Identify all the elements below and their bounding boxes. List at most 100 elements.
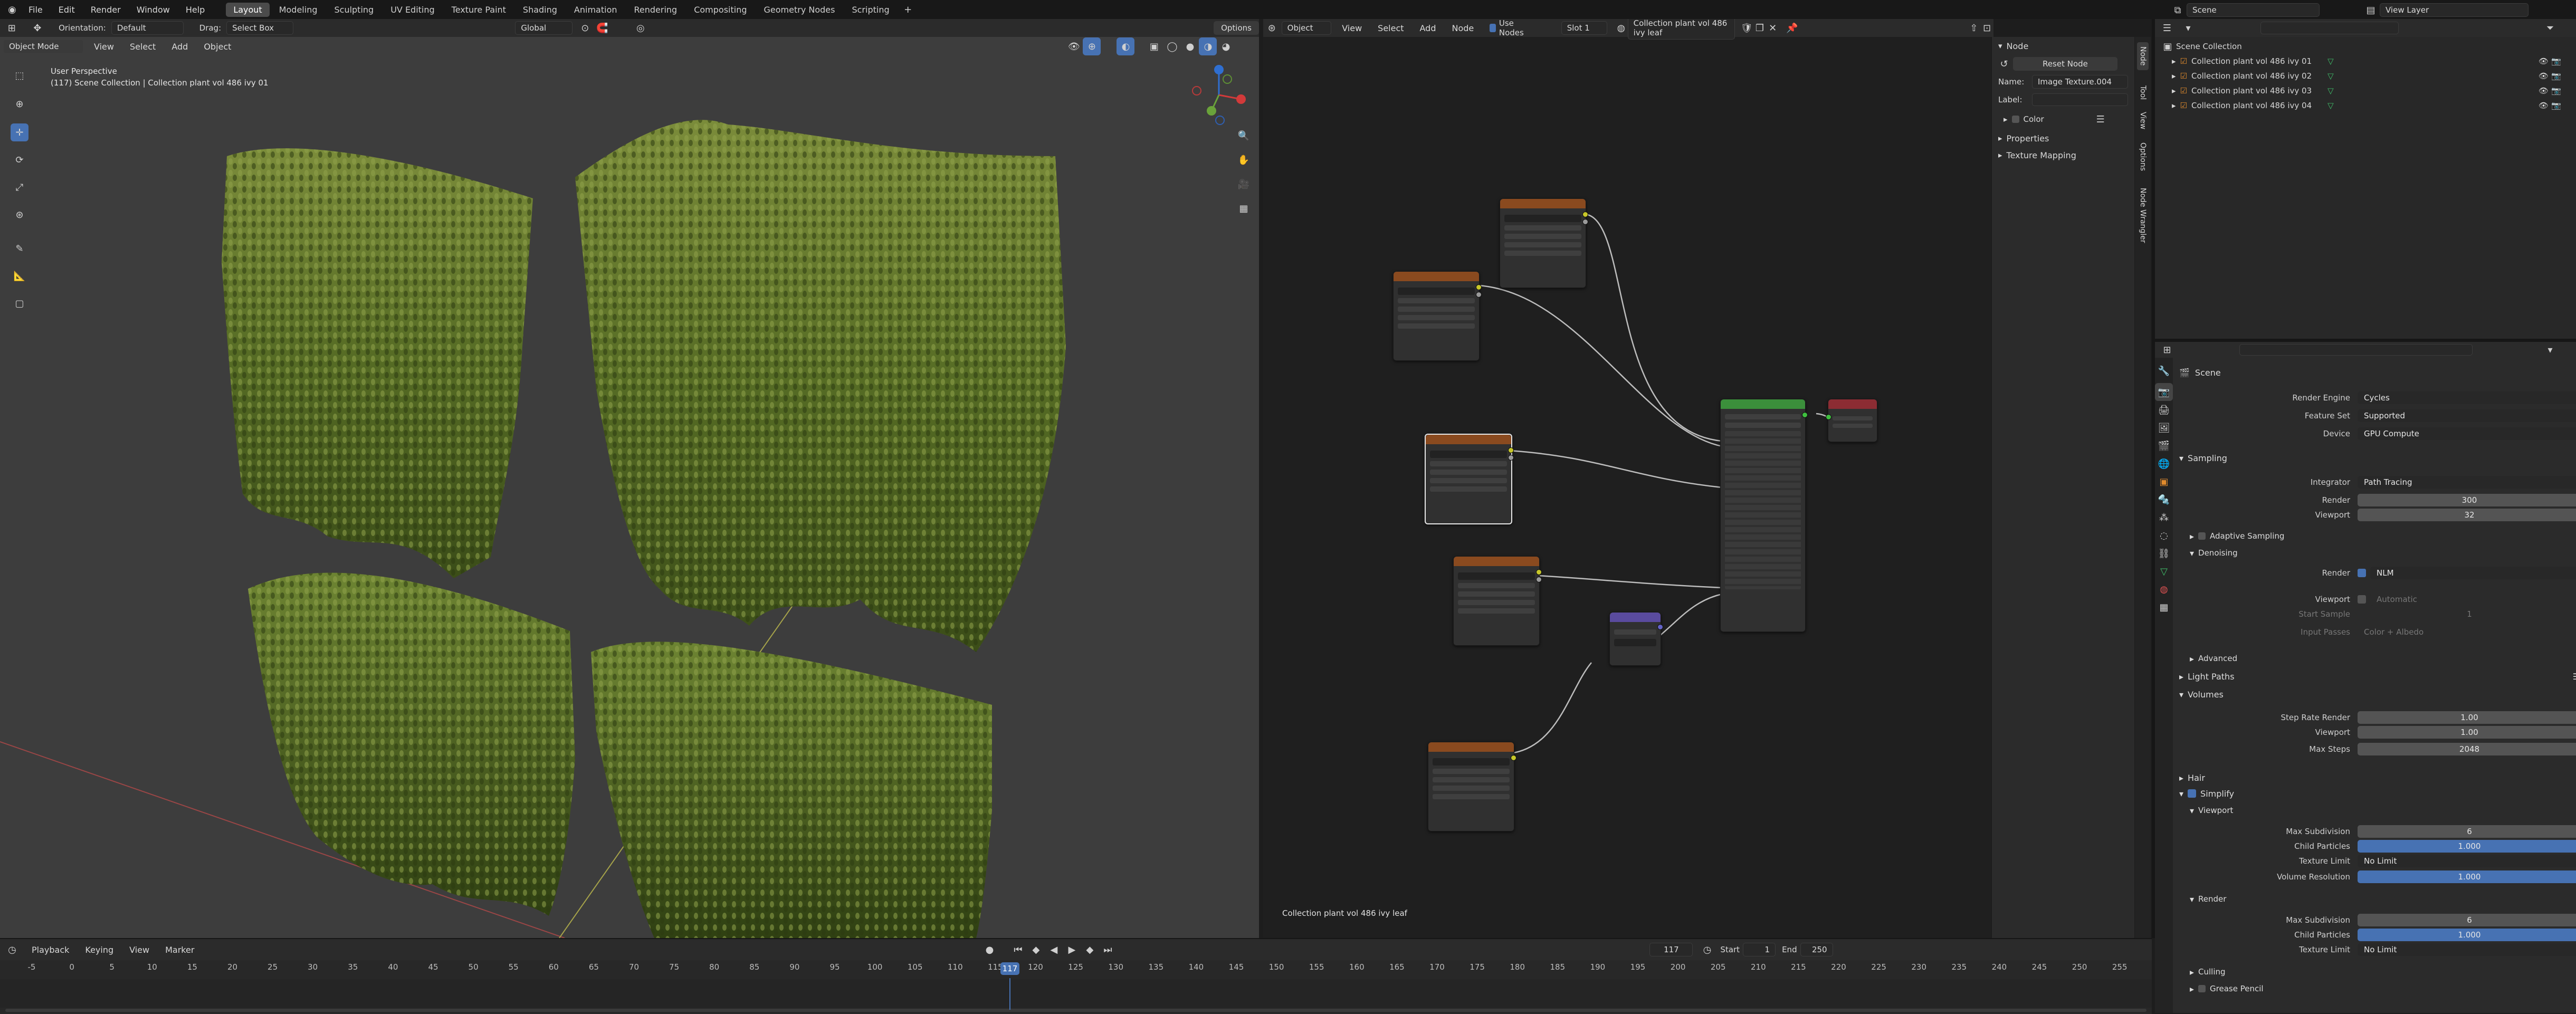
hide-render-icon[interactable]: 📷	[2551, 56, 2561, 66]
render-samples-field[interactable]: 300	[2358, 494, 2576, 506]
light-paths-expand-icon[interactable]: ▸	[2179, 672, 2183, 682]
scene-collection-label[interactable]: Scene Collection	[2176, 42, 2242, 51]
step-rate-render-field[interactable]: 1.00	[2358, 711, 2576, 724]
scene-icon[interactable]: ⧉	[2169, 1, 2187, 19]
texture-limit-vp-dropdown[interactable]: No Limit	[2358, 855, 2576, 867]
expand-arrow-icon[interactable]: ▸	[2172, 86, 2176, 95]
sidebar-tab-tool[interactable]: Tool	[2137, 81, 2149, 104]
device-dropdown[interactable]: GPU Compute	[2358, 427, 2576, 440]
preview-range-icon[interactable]: ◷	[1698, 941, 1716, 959]
collection-label[interactable]: Collection plant vol 486 ivy 03	[2191, 86, 2312, 95]
constraints-tab-icon[interactable]: ⛓	[2155, 544, 2173, 562]
collection-label[interactable]: Collection plant vol 486 ivy 02	[2191, 71, 2312, 81]
properties-search-field[interactable]	[2239, 344, 2473, 356]
culling-section-label[interactable]: Culling	[2198, 967, 2226, 977]
integrator-dropdown[interactable]: Path Tracing	[2358, 476, 2576, 489]
advanced-expand-icon[interactable]: ▸	[2190, 654, 2194, 664]
render-engine-dropdown[interactable]: Cycles	[2358, 391, 2576, 404]
reset-node-button[interactable]: Reset Node	[2013, 57, 2117, 71]
max-steps-field[interactable]: 2048	[2358, 743, 2576, 755]
current-frame-field[interactable]: 117	[1649, 943, 1693, 956]
viewport-3d[interactable]: ⊞ ✥ Orientation: Default Drag: Select Bo…	[0, 19, 1259, 938]
output-tab-icon[interactable]: 🖨	[2155, 401, 2173, 419]
color-expand-icon[interactable]: ▸	[2003, 114, 2008, 124]
sampling-expand-icon[interactable]: ▾	[2179, 453, 2183, 463]
physics-tab-icon[interactable]: ◌	[2155, 527, 2173, 544]
view-layer-tab-icon[interactable]: 🖼	[2155, 419, 2173, 437]
view-layer-icon[interactable]: ▤	[2362, 1, 2380, 19]
play-icon[interactable]: ▶	[1063, 941, 1081, 959]
texture-limit-r-dropdown[interactable]: No Limit	[2358, 943, 2576, 956]
denoise-render-dropdown[interactable]: NLM	[2370, 567, 2576, 579]
simplify-checkbox[interactable]	[2188, 789, 2197, 798]
sidebar-tab-node[interactable]: Node	[2137, 42, 2149, 70]
view-layer-selector[interactable]: View Layer	[2380, 3, 2529, 17]
light-paths-presets-icon[interactable]: ☰	[2573, 672, 2576, 682]
menu-window[interactable]: Window	[137, 5, 170, 15]
workspace-tab-rendering[interactable]: Rendering	[627, 3, 685, 17]
simplify-render-label[interactable]: Render	[2198, 894, 2226, 904]
principled-bsdf-node[interactable]	[1720, 399, 1808, 632]
properties-options-icon[interactable]: ▾	[2541, 341, 2559, 359]
material-output-node[interactable]	[1826, 399, 1877, 442]
workspace-tab-scripting[interactable]: Scripting	[844, 3, 896, 17]
denoise-viewport-checkbox[interactable]	[2358, 595, 2366, 604]
blender-logo-icon[interactable]: ◉	[3, 1, 21, 18]
expand-arrow-icon[interactable]: ▸	[2172, 71, 2176, 81]
timeline-scrubber-area[interactable]	[0, 979, 2152, 1008]
hide-viewport-icon[interactable]: 👁	[2539, 86, 2549, 95]
particles-tab-icon[interactable]: ⁂	[2155, 509, 2173, 527]
workspace-tab-compositing[interactable]: Compositing	[686, 3, 754, 17]
timeline-editor-type-icon[interactable]: ◷	[3, 941, 21, 959]
start-frame-field[interactable]: 1	[1743, 943, 1776, 956]
grease-pencil-checkbox[interactable]	[2198, 985, 2206, 992]
advanced-section-label[interactable]: Advanced	[2198, 654, 2237, 663]
image-texture-node-selected[interactable]	[1425, 434, 1514, 524]
jump-start-icon[interactable]: ⏮	[1009, 941, 1027, 959]
viewport-samples-field[interactable]: 32	[2358, 509, 2576, 521]
simplify-viewport-label[interactable]: Viewport	[2198, 806, 2233, 815]
workspace-tab-shading[interactable]: Shading	[516, 3, 565, 17]
start-sample-field[interactable]: 1	[2358, 608, 2576, 620]
outliner-editor-type-icon[interactable]: ☰	[2158, 19, 2176, 37]
menu-edit[interactable]: Edit	[59, 5, 75, 15]
step-rate-viewport-field[interactable]: 1.00	[2358, 726, 2576, 739]
playhead-line[interactable]	[1009, 978, 1010, 1010]
volumes-expand-icon[interactable]: ▾	[2179, 690, 2183, 700]
properties-expand-icon[interactable]: ▸	[1998, 133, 2002, 143]
add-workspace-icon[interactable]: +	[899, 1, 917, 18]
workspace-tab-geometry-nodes[interactable]: Geometry Nodes	[757, 3, 843, 17]
node-label-field[interactable]	[2032, 93, 2128, 106]
timeline-menu-view[interactable]: View	[129, 945, 149, 955]
collection-checkbox-icon[interactable]: ☑	[2180, 86, 2187, 95]
object-tab-icon[interactable]: ▣	[2155, 473, 2173, 491]
next-keyframe-icon[interactable]: ◆	[1081, 941, 1099, 959]
texture-tab-icon[interactable]: ▦	[2155, 598, 2173, 616]
max-subdivision-vp-field[interactable]: 6	[2358, 825, 2576, 838]
properties-editor-type-icon[interactable]: ⊞	[2158, 341, 2176, 359]
workspace-tab-modeling[interactable]: Modeling	[272, 3, 325, 17]
collection-label[interactable]: Collection plant vol 486 ivy 01	[2191, 56, 2312, 66]
adaptive-sampling-checkbox[interactable]	[2198, 532, 2206, 540]
shader-node-editor[interactable]: ⊛ Object View Select Add Node Use Nodes …	[1263, 19, 1993, 938]
texture-mapping-expand-icon[interactable]: ▸	[1998, 150, 2002, 160]
simplify-expand-icon[interactable]: ▾	[2179, 789, 2183, 799]
adaptive-sampling-expand-icon[interactable]: ▸	[2190, 531, 2194, 541]
timeline-menu-playback[interactable]: Playback	[32, 945, 69, 955]
workspace-tab-animation[interactable]: Animation	[567, 3, 625, 17]
properties-editor[interactable]: ⊞ ▾ 🔧 📷 🖨 🖼 🎬 🌐 ▣ 🔩 ⁂ ◌ ⛓ ▽ ◍ ▦ 🎬 Scene …	[2155, 342, 2576, 1013]
tool-tab-icon[interactable]: 🔧	[2155, 362, 2173, 380]
feature-set-dropdown[interactable]: Supported	[2358, 409, 2576, 422]
workspace-tab-layout[interactable]: Layout	[226, 2, 270, 17]
modifier-tab-icon[interactable]: 🔩	[2155, 491, 2173, 509]
sidebar-tab-node-wrangler[interactable]: Node Wrangler	[2137, 184, 2149, 247]
expand-arrow-icon[interactable]: ▸	[2172, 101, 2176, 110]
sidebar-tab-view[interactable]: View	[2137, 108, 2149, 133]
max-subdivision-r-field[interactable]: 6	[2358, 914, 2576, 926]
outliner-collection-row[interactable]: ▸ ☑ Collection plant vol 486 ivy 04 ▽ 👁 …	[2155, 98, 2567, 113]
timeline-scrollbar[interactable]	[5, 1009, 2146, 1012]
child-particles-r-slider[interactable]: 1.000	[2358, 929, 2576, 941]
material-tab-icon[interactable]: ◍	[2155, 580, 2173, 598]
simplify-viewport-expand-icon[interactable]: ▾	[2190, 806, 2194, 816]
adaptive-sampling-label[interactable]: Adaptive Sampling	[2210, 531, 2284, 541]
